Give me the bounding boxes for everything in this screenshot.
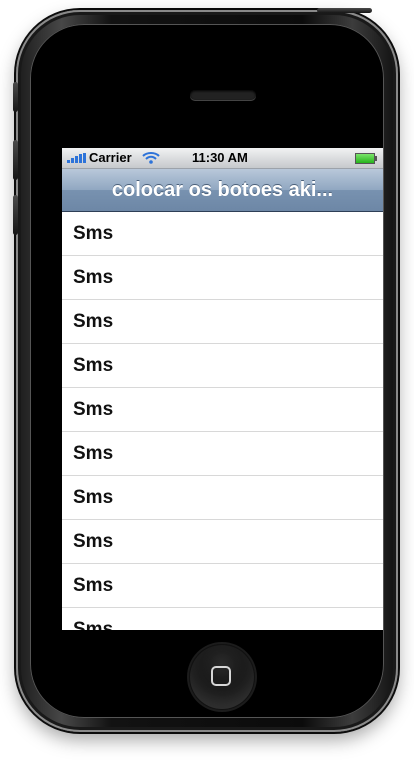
row-label: Sms xyxy=(73,618,114,631)
row-label: Sms xyxy=(73,574,114,596)
wifi-icon xyxy=(142,152,160,164)
table-row-sms[interactable]: Sms xyxy=(62,476,383,520)
row-label: Sms xyxy=(73,354,114,376)
iphone-device: Carrier 11:30 AM colocar os botoes aki..… xyxy=(13,8,398,732)
table-row-sms[interactable]: Sms xyxy=(62,212,383,256)
home-button-icon[interactable] xyxy=(189,644,255,710)
table-row-sms[interactable]: Sms xyxy=(62,300,383,344)
row-label: Sms xyxy=(73,398,114,420)
table-row-sms[interactable]: Sms xyxy=(62,432,383,476)
row-label: Sms xyxy=(73,486,114,508)
navigation-title: colocar os botoes aki... xyxy=(111,179,334,201)
table-row-sms[interactable]: Sms xyxy=(62,608,383,631)
row-label: Sms xyxy=(73,266,114,288)
status-time: 11:30 AM xyxy=(192,150,248,165)
status-bar: Carrier 11:30 AM xyxy=(62,148,383,169)
battery-icon xyxy=(355,153,377,164)
navigation-bar: colocar os botoes aki... xyxy=(62,169,383,212)
table-row-sms[interactable]: Sms xyxy=(62,344,383,388)
home-square-icon xyxy=(211,666,231,686)
row-label: Sms xyxy=(73,530,114,552)
row-label: Sms xyxy=(73,310,114,332)
app-screen: Carrier 11:30 AM colocar os botoes aki..… xyxy=(62,148,383,630)
table-row-sms[interactable]: Sms xyxy=(62,520,383,564)
sms-table[interactable]: Sms Sms Sms Sms Sms Sms Sms Sms Sms Sms xyxy=(62,212,383,630)
table-row-sms[interactable]: Sms xyxy=(62,388,383,432)
table-row-sms[interactable]: Sms xyxy=(62,564,383,608)
row-label: Sms xyxy=(73,442,114,464)
volume-up-button[interactable] xyxy=(13,82,18,112)
signal-strength-icon xyxy=(67,153,87,163)
row-label: Sms xyxy=(73,222,114,244)
table-row-sms[interactable]: Sms xyxy=(62,256,383,300)
ring-silent-switch[interactable] xyxy=(13,195,18,235)
earpiece-speaker xyxy=(190,90,256,100)
power-button[interactable] xyxy=(317,8,372,13)
volume-down-button[interactable] xyxy=(13,140,18,180)
carrier-label: Carrier xyxy=(89,150,132,165)
